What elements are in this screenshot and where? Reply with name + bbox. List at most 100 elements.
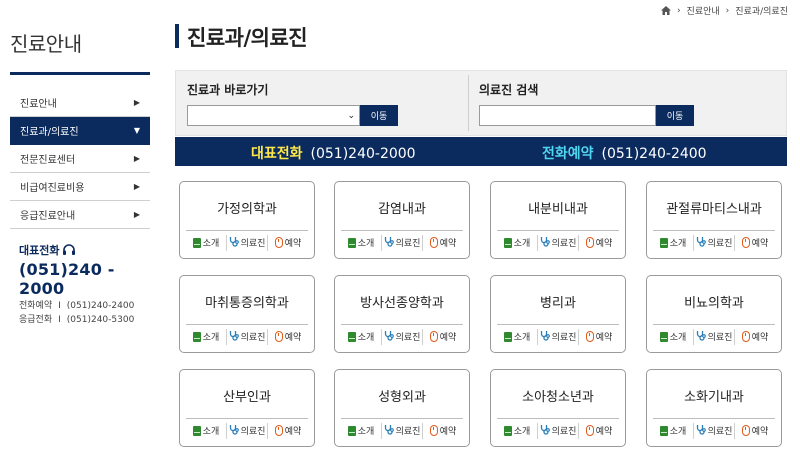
intro-link[interactable]: 소개 [186,234,227,251]
department-card: 관절류마티스내과소개 의료진 예약 [646,181,782,259]
reserve-link[interactable]: 예약 [423,235,463,251]
sidebar-item-label: 진료과/의료진 [20,127,79,138]
reserve-link[interactable]: 예약 [579,423,619,439]
department-name[interactable]: 내분비내과 [491,198,625,217]
department-actions: 소개 의료진 예약 [186,324,308,348]
mouse-icon [741,331,750,342]
dept-go-button[interactable]: 이동 [360,105,398,126]
intro-link[interactable]: 소개 [186,422,227,439]
sidebar-emergency-label: 응급전화 [19,315,53,325]
department-name[interactable]: 비뇨의학과 [647,292,781,311]
doctors-label: 의료진 [395,427,421,437]
sidebar-item-label: 응급진료안내 [20,211,76,222]
reserve-link[interactable]: 예약 [735,423,775,439]
reserve-link[interactable]: 예약 [268,235,308,251]
reserve-label: 예약 [439,239,457,249]
reserve-label: 예약 [439,427,457,437]
doctors-link[interactable]: 의료진 [227,328,268,345]
intro-label: 소개 [669,239,687,249]
department-name[interactable]: 산부인과 [180,386,314,405]
department-card: 병리과소개 의료진 예약 [490,275,626,353]
doctors-link[interactable]: 의료진 [382,328,423,345]
title-accent-bar [175,24,179,48]
intro-link[interactable]: 소개 [653,422,694,439]
mouse-icon [741,237,750,248]
reserve-link[interactable]: 예약 [268,423,308,439]
separator: I [58,315,61,325]
chevron-right-icon: › [676,5,681,16]
sidebar-phone-number: (051)240 - 2000 [19,260,115,298]
intro-link[interactable]: 소개 [497,234,538,251]
department-name[interactable]: 마취통증의학과 [180,292,314,311]
intro-link[interactable]: 소개 [341,234,382,251]
intro-link[interactable]: 소개 [497,422,538,439]
reserve-link[interactable]: 예약 [423,423,463,439]
page-title: 진료과/의료진 [187,26,308,50]
department-actions: 소개 의료진 예약 [341,324,463,348]
book-icon [659,331,668,342]
book-icon [192,237,201,248]
intro-label: 소개 [202,427,220,437]
stethoscope-icon [229,236,239,250]
doctors-link[interactable]: 의료진 [694,234,735,251]
doctor-go-button[interactable]: 이동 [656,105,694,126]
sidebar-item-departments[interactable]: 진료과/의료진 ▼ [10,117,150,145]
page: 진료안내 진료안내 ▶ 진료과/의료진 ▼ 전문진료센터 ▶ 비급여진료비용 ▶… [0,0,800,455]
department-name[interactable]: 관절류마티스내과 [647,198,781,217]
department-name[interactable]: 감염내과 [335,198,469,217]
stethoscope-icon [384,424,394,438]
sidebar-phone-block: 대표전화 (051)240 - 2000 전화예약 I (051)240-2400 … [19,242,150,326]
doctors-link[interactable]: 의료진 [694,422,735,439]
doctors-link[interactable]: 의료진 [227,234,268,251]
intro-link[interactable]: 소개 [341,422,382,439]
intro-label: 소개 [669,333,687,343]
doctor-search-input[interactable] [479,105,656,126]
doctors-link[interactable]: 의료진 [538,328,579,345]
sidebar-item-centers[interactable]: 전문진료센터 ▶ [10,145,150,173]
reserve-link[interactable]: 예약 [735,235,775,251]
mouse-icon [274,237,283,248]
breadcrumb-item[interactable]: 진료안내 [687,4,720,17]
doctors-label: 의료진 [551,427,577,437]
sidebar-emergency-number: (051)240-5300 [66,315,135,325]
department-name[interactable]: 병리과 [491,292,625,311]
sidebar-emergency-line: 응급전화 I (051)240-5300 [19,314,150,326]
home-icon[interactable] [660,6,671,15]
reserve-link[interactable]: 예약 [268,329,308,345]
intro-link[interactable]: 소개 [497,328,538,345]
breadcrumb: › 진료안내 › 진료과/의료진 [660,4,788,17]
intro-link[interactable]: 소개 [653,328,694,345]
sidebar-item-emergency[interactable]: 응급진료안내 ▶ [10,201,150,229]
department-name[interactable]: 방사선종양학과 [335,292,469,311]
intro-label: 소개 [202,333,220,343]
reserve-link[interactable]: 예약 [579,329,619,345]
sidebar-item-clinic-info[interactable]: 진료안내 ▶ [10,89,150,117]
mouse-icon [585,331,594,342]
intro-link[interactable]: 소개 [653,234,694,251]
doctors-link[interactable]: 의료진 [538,422,579,439]
stethoscope-icon [540,330,550,344]
book-icon [659,237,668,248]
book-icon [503,237,512,248]
doctors-link[interactable]: 의료진 [382,234,423,251]
doctors-link[interactable]: 의료진 [538,234,579,251]
intro-link[interactable]: 소개 [186,328,227,345]
doctors-label: 의료진 [551,239,577,249]
reserve-link[interactable]: 예약 [579,235,619,251]
sidebar-item-noncovered-fees[interactable]: 비급여진료비용 ▶ [10,173,150,201]
doctors-link[interactable]: 의료진 [382,422,423,439]
breadcrumb-item[interactable]: 진료과/의료진 [735,4,788,17]
department-name[interactable]: 소아청소년과 [491,386,625,405]
reserve-link[interactable]: 예약 [735,329,775,345]
intro-link[interactable]: 소개 [341,328,382,345]
department-name[interactable]: 소화기내과 [647,386,781,405]
separator: I [58,301,61,311]
doctors-label: 의료진 [240,427,266,437]
department-name[interactable]: 성형외과 [335,386,469,405]
department-name[interactable]: 가정의학과 [180,198,314,217]
reserve-link[interactable]: 예약 [423,329,463,345]
mouse-icon [274,331,283,342]
doctors-link[interactable]: 의료진 [227,422,268,439]
dept-select[interactable]: ⌄ [187,105,360,126]
doctors-link[interactable]: 의료진 [694,328,735,345]
